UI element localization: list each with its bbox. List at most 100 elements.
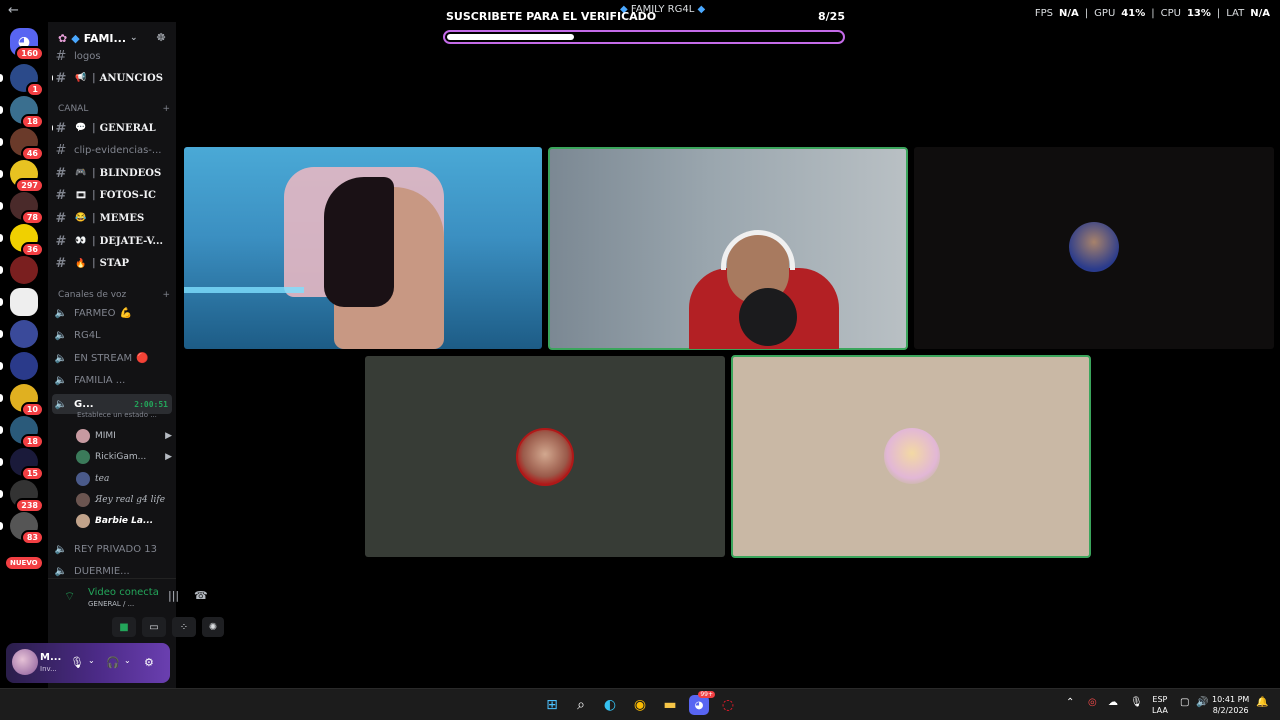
category-label: Canales de voz [58, 290, 127, 300]
text-channel[interactable]: # 📢 | ANUNCIOS [52, 68, 172, 88]
voice-channel[interactable]: 🔈 FAMILIA ... [52, 371, 172, 391]
chrome-browser-icon[interactable]: ◉ [630, 695, 650, 715]
voice-channel[interactable]: 🔈 REY PRIVADO 13 [52, 539, 172, 559]
gpu-label: GPU [1094, 8, 1116, 19]
activities-button[interactable]: ⁘ [172, 617, 196, 637]
windows-start-icon[interactable]: ⊞ [542, 695, 562, 715]
video-tile-tea[interactable] [914, 147, 1274, 349]
category-canal[interactable]: CANAL + [58, 104, 170, 114]
server-icon[interactable]: 15 [10, 448, 44, 481]
category-voice[interactable]: Canales de voz + [58, 290, 170, 300]
channel-emoji-icon: 🎮 [75, 168, 87, 179]
chevron-down-icon[interactable]: ⌄ [88, 656, 95, 665]
channel-name: MEMES [99, 212, 145, 224]
username[interactable]: M... [40, 652, 61, 663]
opera-gx-icon[interactable]: ◌ [718, 695, 738, 715]
server-icon[interactable]: 297 [10, 160, 44, 193]
text-channel[interactable]: # 😂 | MEMES [52, 208, 172, 228]
plus-icon[interactable]: + [162, 290, 170, 300]
user-avatar [76, 514, 90, 529]
add-people-icon[interactable]: ☸ [156, 31, 166, 44]
speaker-active-icon: 🔈 [54, 398, 68, 410]
text-channel[interactable]: # logos [52, 46, 172, 66]
server-icon[interactable]: 36 [10, 224, 44, 257]
tray-app-icon[interactable]: ◎ [1088, 697, 1097, 708]
text-channel[interactable]: # 👀 | DEJATE-V... [52, 231, 172, 251]
home-button[interactable]: ◕ 160 [10, 28, 44, 61]
new-badge[interactable]: NUEVO [6, 557, 42, 569]
file-explorer-icon[interactable]: ▬ [660, 695, 680, 715]
unread-pill [0, 426, 3, 434]
voice-user[interactable]: MIMI ▶ [76, 427, 172, 445]
server-icon[interactable]: 46 [10, 128, 44, 161]
server-icon[interactable]: 18 [10, 416, 44, 449]
notification-bell-icon[interactable]: 🔔 [1256, 697, 1268, 708]
unread-pill [0, 458, 3, 466]
guild-badge-icon: ✿ [58, 31, 68, 45]
channel-separator: | [92, 72, 96, 84]
server-icon[interactable] [10, 256, 38, 284]
home-badge: 160 [15, 46, 44, 61]
voice-channel[interactable]: 🔈 RG4L [52, 326, 172, 346]
unread-pill [0, 202, 3, 210]
video-tile-mimi[interactable] [184, 147, 542, 349]
user-name: RickiGam... [95, 452, 147, 463]
server-icon[interactable] [10, 320, 38, 348]
text-channel[interactable]: # clip-evidencias-... [52, 141, 172, 161]
microphone-icon[interactable]: 🎙 [70, 656, 84, 669]
server-icon[interactable]: 18 [10, 96, 44, 129]
soundboard-button[interactable]: ✺ [202, 617, 224, 637]
text-channel[interactable]: # 💬 | GENERAL [52, 118, 172, 138]
server-icon[interactable] [10, 352, 38, 380]
server-icon[interactable]: 83 [10, 512, 44, 545]
noise-suppression-icon[interactable]: ||| [168, 589, 179, 602]
user-avatar [884, 428, 940, 484]
edge-browser-icon[interactable]: ◐ [600, 695, 620, 715]
server-icon[interactable]: 10 [10, 384, 44, 417]
language-indicator[interactable]: ESP LAA [1152, 694, 1168, 716]
voice-connection-panel: ⌔ Video conectado GENERAL / ... ||| ☎ ■ … [48, 578, 224, 640]
gem-icon: ◆ [71, 31, 80, 45]
voice-status-title[interactable]: Video conectado [88, 587, 158, 598]
headphones-icon[interactable]: 🎧 [106, 656, 120, 669]
server-icon[interactable]: 238 [10, 480, 44, 513]
back-arrow-icon[interactable]: ← [8, 3, 19, 18]
server-icon[interactable] [10, 288, 38, 316]
video-tile-rey[interactable] [365, 356, 725, 557]
volume-icon[interactable]: 🔊 [1196, 697, 1208, 708]
signal-icon[interactable]: ⌔ [64, 589, 75, 604]
server-icon[interactable]: 1 [10, 64, 44, 97]
video-tile-barbie[interactable] [731, 355, 1091, 558]
channel-separator: | [92, 258, 96, 270]
promo-text: SUSCRIBETE PARA EL VERIFICADO [446, 10, 657, 23]
text-channel[interactable]: # 🔥 | STAP [52, 254, 172, 274]
clock[interactable]: 10:41 PM 8/2/2026 [1212, 694, 1249, 716]
search-icon[interactable]: ⌕ [571, 695, 591, 715]
user-avatar [76, 450, 90, 465]
voice-user[interactable]: Яey real g4 life [76, 491, 172, 509]
voice-user[interactable]: tea [76, 470, 172, 488]
camera-button[interactable]: ■ [112, 617, 136, 637]
text-channel[interactable]: # 🎞 | FOTOS-IC [52, 186, 172, 206]
text-channel[interactable]: # 🎮 | BLINDEOS [52, 163, 172, 183]
voice-status-channel[interactable]: GENERAL / ... [88, 600, 134, 608]
discord-app-icon[interactable]: ◕ 99+ [689, 691, 715, 715]
onedrive-icon[interactable]: ☁ [1108, 697, 1118, 708]
server-icon[interactable]: 78 [10, 192, 44, 225]
voice-user[interactable]: Barbie La... [76, 512, 172, 530]
voice-user[interactable]: RickiGam... ▶ [76, 448, 172, 466]
tray-chevron-up-icon[interactable]: ⌃ [1066, 697, 1074, 708]
voice-channel[interactable]: 🔈 EN STREAM 🔴 [52, 348, 172, 368]
chevron-down-icon[interactable]: ⌄ [124, 656, 131, 665]
screen-share-button[interactable]: ▭ [142, 617, 166, 637]
disconnect-icon[interactable]: ☎ [194, 589, 208, 602]
settings-gear-icon[interactable]: ⚙ [144, 656, 154, 669]
tray-microphone-icon[interactable]: 🎙 [1130, 697, 1143, 708]
network-icon[interactable]: ▢ [1180, 697, 1189, 708]
video-tile-rickigamer[interactable] [548, 147, 908, 350]
server-badge: 78 [20, 210, 44, 225]
hashtag-icon: # [55, 48, 67, 64]
plus-icon[interactable]: + [162, 104, 170, 114]
voice-channel[interactable]: 🔈 FARMEO 💪 [52, 303, 172, 323]
user-avatar[interactable] [12, 649, 38, 675]
